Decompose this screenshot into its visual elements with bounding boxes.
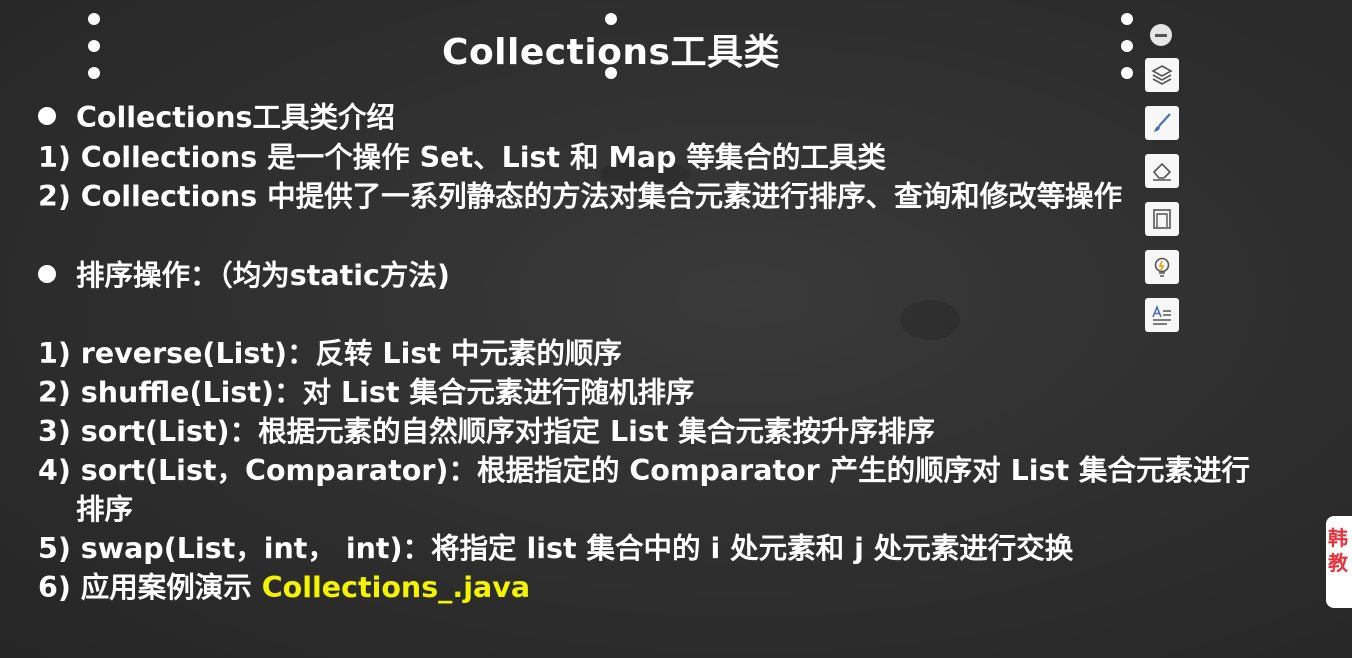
- eraser-icon: [1152, 162, 1172, 181]
- frame-tool-button[interactable]: [1145, 202, 1179, 236]
- bullet-heading-intro: Collections工具类介绍: [38, 98, 395, 138]
- layers-tool-button[interactable]: [1145, 58, 1179, 92]
- layers-icon: [1151, 65, 1173, 85]
- eraser-tool-button[interactable]: [1145, 154, 1179, 188]
- content-line: 5) swap(List，int， int)：将指定 list 集合中的 i 处…: [38, 532, 1074, 565]
- content-line: 4) sort(List，Comparator)：根据指定的 Comparato…: [38, 454, 1251, 487]
- brush-tool-button[interactable]: [1145, 106, 1179, 140]
- slide-title: Collections工具类: [442, 32, 780, 73]
- frame-icon: [1153, 209, 1171, 229]
- content-line: 3) sort(List)：根据元素的自然顺序对指定 List 集合元素按升序排…: [38, 415, 935, 448]
- content-line: 1) reverse(List)：反转 List 中元素的顺序: [38, 337, 622, 370]
- title-text-box[interactable]: Collections工具类: [94, 19, 1128, 73]
- content-line: 2) Collections 中提供了一系列静态的方法对集合元素进行排序、查询和…: [38, 180, 1123, 213]
- content-line: 1) Collections 是一个操作 Set、List 和 Map 等集合的…: [38, 141, 886, 174]
- collapse-icon[interactable]: [1150, 24, 1172, 46]
- bullet-heading-sort: 排序操作：（均为static方法): [38, 256, 450, 296]
- lightbulb-icon: [1154, 257, 1170, 277]
- text-format-tool-button[interactable]: [1145, 298, 1179, 332]
- bullet-dot: [38, 265, 56, 283]
- content-line-continuation: 排序: [76, 493, 134, 526]
- side-tab-label: 韩教: [1328, 526, 1348, 575]
- lightbulb-tool-button[interactable]: [1145, 250, 1179, 284]
- side-tab[interactable]: 韩教: [1326, 516, 1352, 608]
- background-smudge: [900, 300, 960, 340]
- bullet-dot: [38, 107, 56, 125]
- text-format-icon: [1152, 304, 1171, 325]
- brush-icon: [1154, 113, 1171, 132]
- content-line: 2) shuffle(List)：对 List 集合元素进行随机排序: [38, 376, 695, 409]
- demo-file-name: Collections_.java: [261, 571, 531, 604]
- content-line-demo: 6) 应用案例演示 Collections_.java: [38, 571, 531, 604]
